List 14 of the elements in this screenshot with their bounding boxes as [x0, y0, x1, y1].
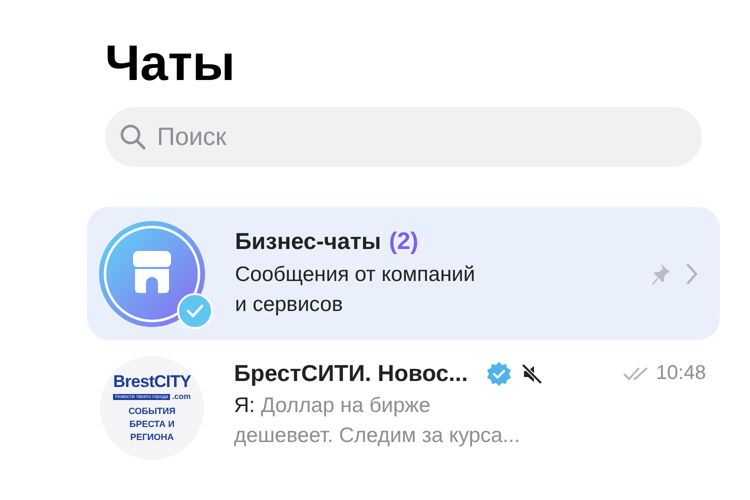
chat-title: БрестСИТИ. Новос... [234, 360, 468, 387]
shop-avatar-icon [97, 218, 207, 328]
chevron-icon [686, 262, 698, 284]
chat-title: Бизнес-чаты [235, 228, 381, 255]
unread-count: (2) [389, 228, 418, 256]
search-field[interactable]: Поиск [105, 107, 702, 167]
logo-caption: СОБЫТИЯ БРЕСТА И РЕГИОНА [128, 405, 176, 444]
logo-brand: BrestCITY [113, 372, 191, 392]
screen-title: Чаты [105, 34, 236, 93]
chat-subtitle: Сообщения от компаний и сервисов [235, 262, 476, 318]
message-preview: Я: Доллар на бирже дешевеет. Следим за курса... [234, 393, 522, 449]
logo-domain: .com [172, 392, 191, 401]
chat-row[interactable]: Бизнес-чаты (2) Сообщения от компаний и сервисов [87, 207, 720, 340]
message-time: 10:48 [656, 362, 706, 385]
